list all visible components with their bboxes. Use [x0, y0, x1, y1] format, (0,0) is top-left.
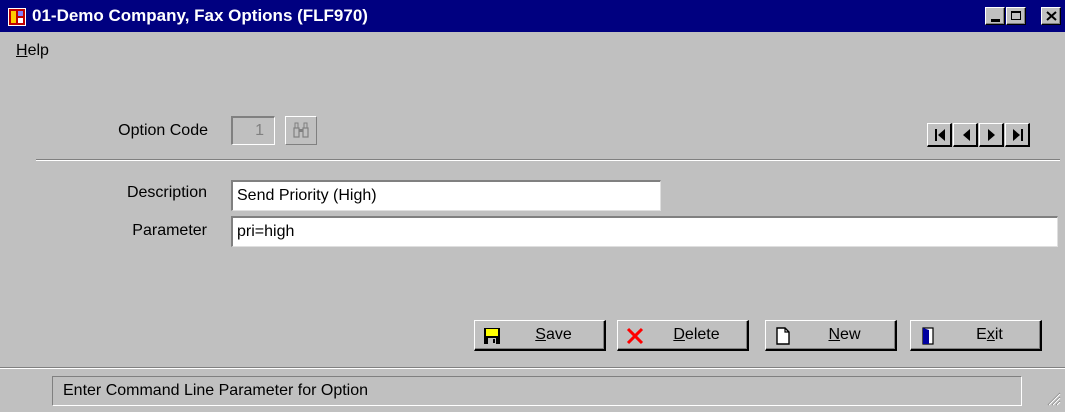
description-label: Description [126, 184, 207, 201]
first-record-icon [935, 129, 945, 141]
option-code-label: Option Code [118, 122, 208, 139]
close-icon [1046, 11, 1057, 21]
save-label: Save [475, 326, 604, 344]
save-button[interactable]: Save [474, 320, 606, 351]
description-field[interactable]: Send Priority (High) [231, 180, 661, 211]
fax-options-window: 01-Demo Company, Fax Options (FLF970) He… [0, 0, 1065, 412]
header-separator [36, 159, 1060, 161]
previous-record-button[interactable] [953, 123, 978, 147]
lookup-button[interactable] [285, 116, 317, 145]
close-button[interactable] [1041, 7, 1061, 25]
last-record-icon [1013, 129, 1023, 141]
last-record-button[interactable] [1005, 123, 1030, 147]
delete-rest: elete [684, 326, 720, 343]
delete-button[interactable]: Delete [617, 320, 749, 351]
exit-pre: E [976, 326, 987, 343]
title-bar[interactable]: 01-Demo Company, Fax Options (FLF970) [0, 0, 1065, 32]
parameter-label: Parameter [132, 222, 207, 239]
binoculars-icon [293, 122, 309, 138]
new-button[interactable]: New [765, 320, 897, 351]
previous-record-icon [963, 129, 970, 141]
exit-button[interactable]: Exit [910, 320, 1042, 351]
next-record-icon [988, 129, 995, 141]
resize-grip-icon[interactable] [1045, 390, 1061, 406]
first-record-button[interactable] [927, 123, 952, 147]
exit-accel: x [986, 326, 995, 343]
status-separator [0, 367, 1065, 369]
exit-label: Exit [911, 326, 1040, 344]
save-accel: S [535, 326, 546, 343]
menu-help-rest: elp [27, 42, 49, 59]
status-message: Enter Command Line Parameter for Option [52, 376, 1022, 406]
menu-bar: Help [0, 32, 1065, 68]
new-label: New [766, 326, 895, 344]
delete-label: Delete [618, 326, 747, 344]
menu-help-accel: H [16, 42, 28, 59]
menu-help[interactable]: Help [16, 42, 49, 60]
new-rest: ew [840, 326, 861, 343]
parameter-field[interactable]: pri=high [231, 216, 1058, 247]
minimize-button[interactable] [985, 7, 1005, 25]
next-record-button[interactable] [979, 123, 1004, 147]
app-icon[interactable] [8, 8, 26, 26]
maximize-icon [1011, 11, 1021, 20]
option-code-field[interactable]: 1 [231, 116, 275, 145]
exit-rest: it [994, 326, 1003, 343]
save-rest: ave [545, 326, 572, 343]
new-accel: N [828, 326, 841, 343]
delete-accel: D [673, 326, 685, 343]
maximize-button[interactable] [1006, 7, 1026, 25]
minimize-icon [991, 19, 1000, 22]
window-title: 01-Demo Company, Fax Options (FLF970) [32, 6, 368, 25]
